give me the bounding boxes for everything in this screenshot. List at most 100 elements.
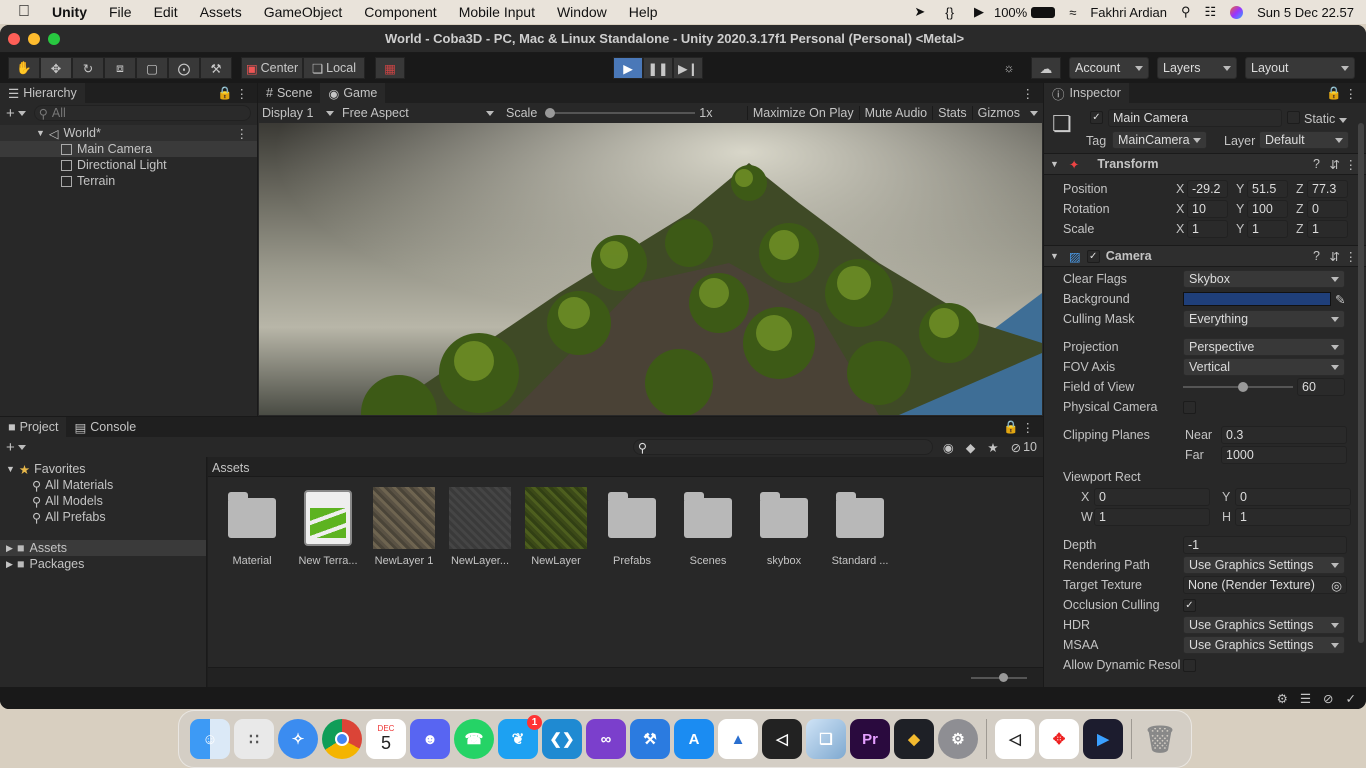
siri-icon[interactable] [1230, 5, 1244, 19]
expand-arrow-icon[interactable]: ▶ [6, 543, 13, 554]
premiere-icon[interactable]: Pr [850, 719, 890, 759]
cloud-icon[interactable]: ☁ [1031, 57, 1061, 79]
physical-camera-checkbox[interactable] [1183, 400, 1196, 414]
occlusion-culling-checkbox[interactable]: ✓ [1183, 598, 1196, 612]
hierarchy-item-terrain[interactable]: Terrain [0, 173, 257, 189]
menu-help[interactable]: Help [629, 4, 658, 20]
clock[interactable]: Sun 5 Dec 22.57 [1257, 5, 1354, 20]
calendar-icon[interactable]: DEC 5 [366, 719, 406, 759]
foldout-arrow-icon[interactable]: ▼ [1050, 251, 1059, 261]
dynamic-resolution-checkbox[interactable] [1183, 658, 1196, 672]
projection-dropdown[interactable]: Perspective [1183, 338, 1345, 356]
rendering-path-dropdown[interactable]: Use Graphics Settings [1183, 556, 1345, 574]
help-icon[interactable]: ? [1313, 157, 1320, 171]
menu-window[interactable]: Window [557, 4, 607, 20]
eyedropper-icon[interactable]: ✎ [1335, 292, 1345, 307]
system-preferences-icon[interactable]: ⚙ [938, 719, 978, 759]
rotation-y-field[interactable]: 100 [1247, 200, 1288, 218]
kebab-menu-icon[interactable]: ⋮ [1345, 157, 1358, 172]
add-icon[interactable]: + [6, 105, 15, 122]
search-icon[interactable]: ⚲ [1181, 4, 1191, 20]
trash-icon[interactable]: 🗑 [1140, 719, 1180, 759]
fov-axis-dropdown[interactable]: Vertical [1183, 358, 1345, 376]
inspector-scrollbar[interactable] [1358, 123, 1364, 643]
position-x-field[interactable]: -29.2 [1187, 180, 1228, 198]
android-file-transfer-icon[interactable]: ▲ [718, 719, 758, 759]
tab-project[interactable]: ■ Project [0, 417, 67, 437]
label-tag-icon[interactable]: ◆ [966, 440, 976, 455]
hidden-packages-icon[interactable]: ⊘ [1011, 440, 1021, 455]
custom-tool-icon[interactable]: ⚒ [200, 57, 232, 79]
tab-inspector[interactable]: ⓘ Inspector [1044, 83, 1129, 103]
scale-slider-handle[interactable] [545, 108, 556, 118]
asset-item[interactable]: Prefabs [596, 487, 668, 567]
zoom-window-button[interactable] [48, 32, 60, 45]
expand-arrow-icon[interactable]: ▶ [6, 559, 13, 570]
whatsapp-icon[interactable]: ☎ [454, 719, 494, 759]
rotation-z-field[interactable]: 0 [1307, 200, 1348, 218]
debug-icon[interactable]: ⚙ [1277, 691, 1288, 706]
tab-game[interactable]: ◉ Game [320, 83, 386, 103]
unity-editor-icon[interactable]: ◁ [995, 719, 1035, 759]
menu-component[interactable]: Component [364, 4, 436, 20]
pivot-center-button[interactable]: ▣ Center [241, 57, 303, 79]
favorites-row[interactable]: ▼ ★ Favorites [0, 461, 206, 477]
grid-snap-icon[interactable]: ▦ [375, 57, 405, 79]
asset-item[interactable]: Material [216, 487, 288, 567]
hdr-dropdown[interactable]: Use Graphics Settings [1183, 616, 1345, 634]
target-texture-field[interactable]: None (Render Texture) ◎ [1183, 576, 1347, 594]
apple-icon[interactable]:  [18, 3, 30, 21]
play-circle-icon[interactable]: ▶ [974, 4, 984, 20]
thumbnail-slider-handle[interactable] [999, 673, 1008, 682]
help-icon[interactable]: ? [1313, 249, 1320, 263]
unity-hub-icon[interactable]: ◁ [762, 719, 802, 759]
viewport-y-field[interactable]: 0 [1235, 488, 1351, 506]
transform-tool-icon[interactable]: ⨀ [168, 57, 200, 79]
active-checkbox[interactable]: ✓ [1090, 111, 1103, 124]
preset-icon[interactable]: ⇵ [1330, 157, 1340, 172]
background-color-swatch[interactable] [1183, 292, 1331, 306]
kebab-menu-icon[interactable]: ⋮ [236, 126, 249, 141]
scale-slider[interactable] [545, 106, 696, 120]
binance-icon[interactable]: ◆ [894, 719, 934, 759]
camera-enabled-checkbox[interactable]: ✓ [1086, 249, 1100, 263]
gizmos-toggle[interactable]: Gizmos [971, 106, 1025, 120]
favorite-all-prefabs[interactable]: ⚲ All Prefabs [0, 509, 206, 525]
depth-field[interactable]: -1 [1183, 536, 1347, 554]
object-name-field[interactable]: Main Camera [1108, 109, 1282, 127]
send-icon[interactable]: ➤ [914, 4, 925, 20]
cube-app-icon[interactable]: ❏ [806, 719, 846, 759]
user-name[interactable]: Fakhri Ardian [1090, 5, 1167, 20]
acrobat-icon[interactable]: ✥ [1039, 719, 1079, 759]
finder-icon[interactable]: ☺ [190, 719, 230, 759]
tree-assets[interactable]: ▶ ■ Assets [0, 540, 206, 556]
cache-icon[interactable]: ☰ [1300, 691, 1311, 706]
chrome-icon[interactable] [322, 719, 362, 759]
asset-item[interactable]: Scenes [672, 487, 744, 567]
auto-generate-icon[interactable]: ⊘ [1323, 691, 1333, 706]
move-tool-icon[interactable]: ✥ [40, 57, 72, 79]
scale-z-field[interactable]: 1 [1307, 220, 1348, 238]
chevron-down-icon[interactable] [17, 444, 26, 450]
tab-console[interactable]: ▤ Console [66, 417, 144, 437]
chevron-down-icon[interactable] [1030, 110, 1038, 116]
camera-header[interactable]: ▼ ▨ ✓ Camera ? ⇵ ⋮ [1044, 245, 1366, 267]
hierarchy-search-input[interactable]: ⚲ All [33, 105, 251, 121]
viewport-w-field[interactable]: 1 [1094, 508, 1210, 526]
tag-dropdown[interactable]: MainCamera [1112, 131, 1207, 149]
tree-packages[interactable]: ▶ ■ Packages [0, 556, 206, 572]
lock-icon[interactable]: 🔒 [1326, 86, 1342, 101]
hand-tool-icon[interactable]: ✋ [8, 57, 40, 79]
tab-hierarchy[interactable]: ☰ Hierarchy [0, 83, 85, 103]
play-button[interactable]: ▶ [613, 57, 643, 79]
menu-assets[interactable]: Assets [200, 4, 242, 20]
pause-button[interactable]: ❚❚ [643, 57, 673, 79]
asset-item[interactable]: NewLayer 1 [368, 487, 440, 567]
visual-studio-icon[interactable]: ∞ [586, 719, 626, 759]
kebab-menu-icon[interactable]: ⋮ [236, 86, 249, 101]
object-picker-icon[interactable]: ◎ [1331, 578, 1342, 593]
battery-icon[interactable] [1031, 6, 1056, 18]
static-dropdown[interactable]: Static [1304, 112, 1347, 126]
transform-header[interactable]: ▼ ✦ Transform ? ⇵ ⋮ [1044, 153, 1366, 175]
breadcrumb-assets[interactable]: Assets [212, 461, 250, 475]
